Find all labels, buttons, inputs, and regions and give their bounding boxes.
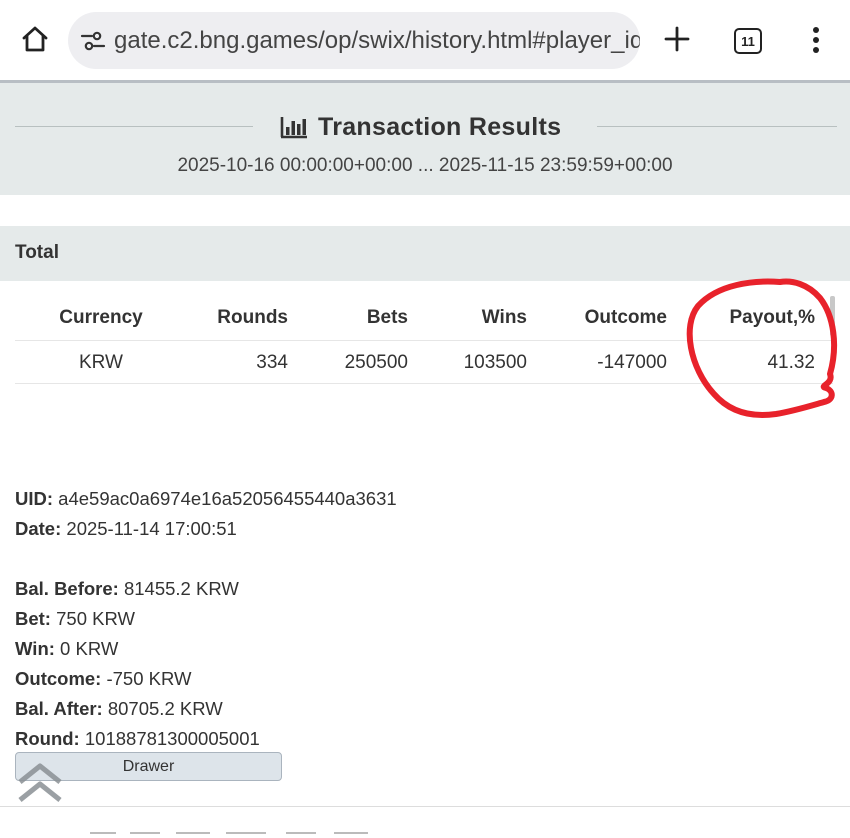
bar-chart-icon (280, 117, 307, 139)
date-row: Date: 2025-11-14 17:00:51 (15, 514, 615, 544)
win-row: Win: 0 KRW (15, 634, 615, 664)
column-header-wins: Wins (481, 307, 527, 328)
uid-value: a4e59ac0a6974e16a52056455440a3631 (58, 488, 397, 509)
round-value: 10188781300005001 (84, 728, 260, 749)
results-header: Transaction Results 2025-10-16 00:00:00+… (0, 83, 850, 195)
round-row: Round: 10188781300005001 (15, 724, 615, 754)
home-button[interactable] (16, 20, 54, 58)
win-value: 0 KRW (60, 638, 119, 659)
outcome-row: Outcome: -750 KRW (15, 664, 615, 694)
new-tab-button[interactable] (660, 22, 694, 56)
tab-count: 11 (741, 33, 755, 49)
date-label: Date: (15, 518, 62, 539)
balance-before-label: Bal. Before: (15, 578, 119, 599)
column-header-currency: Currency (59, 307, 143, 328)
date-range: 2025-10-16 00:00:00+00:00 ... 2025-11-15… (177, 155, 673, 176)
home-icon (22, 26, 48, 52)
header-divider-left (15, 126, 253, 127)
scroll-to-top-icon[interactable] (16, 760, 64, 808)
bet-value: 750 KRW (56, 608, 135, 629)
address-bar[interactable]: gate.c2.bng.games/op/swix/history.html#p… (68, 12, 640, 69)
site-settings-icon[interactable] (80, 28, 106, 54)
balance-before-row: Bal. Before: 81455.2 KRW (15, 574, 615, 604)
totals-table: Currency Rounds Bets Wins Outcome Payout… (15, 296, 833, 384)
page-title: Transaction Results (280, 110, 561, 144)
clipped-next-content (90, 826, 390, 838)
round-label: Round: (15, 728, 80, 749)
balance-after-row: Bal. After: 80705.2 KRW (15, 694, 615, 724)
balance-before-value: 81455.2 KRW (123, 578, 239, 599)
drawer-button-label: Drawer (122, 757, 175, 775)
win-label: Win: (15, 638, 55, 659)
outcome-label: Outcome: (15, 668, 102, 689)
browser-toolbar: gate.c2.bng.games/op/swix/history.html#p… (0, 0, 850, 80)
table-scrollbar[interactable] (830, 296, 835, 336)
tab-switcher-button[interactable]: 11 (734, 28, 762, 54)
more-menu-button[interactable] (806, 24, 826, 56)
bet-label: Bet: (15, 608, 51, 629)
cell-payout: 41.32 (767, 352, 815, 373)
date-value: 2025-11-14 17:00:51 (66, 518, 237, 539)
uid-label: UID: (15, 488, 54, 509)
cell-wins: 103500 (463, 352, 527, 373)
table-row: KRW 334 250500 103500 -147000 41.32 (15, 340, 833, 384)
more-vert-icon (813, 27, 819, 53)
balance-after-value: 80705.2 KRW (107, 698, 223, 719)
cell-outcome: -147000 (597, 352, 667, 373)
column-header-outcome: Outcome (584, 307, 667, 328)
total-section-header: Total (0, 226, 850, 281)
section-divider (0, 806, 850, 807)
total-label: Total (15, 242, 59, 263)
uid-row: UID: a4e59ac0a6974e16a52056455440a3631 (15, 484, 615, 514)
column-header-rounds: Rounds (217, 307, 288, 328)
transaction-details: UID: a4e59ac0a6974e16a52056455440a3631 D… (15, 484, 615, 754)
page-title-text: Transaction Results (318, 112, 562, 141)
cell-currency: KRW (79, 352, 123, 373)
outcome-value: -750 KRW (106, 668, 192, 689)
cell-bets: 250500 (344, 352, 408, 373)
bet-row: Bet: 750 KRW (15, 604, 615, 634)
url-text[interactable]: gate.c2.bng.games/op/swix/history.html#p… (114, 27, 640, 55)
column-header-bets: Bets (366, 307, 408, 328)
header-divider-right (597, 126, 837, 127)
balance-after-label: Bal. After: (15, 698, 103, 719)
plus-icon (664, 26, 690, 52)
column-header-payout: Payout,% (729, 307, 815, 328)
cell-rounds: 334 (256, 352, 288, 373)
table-header-row: Currency Rounds Bets Wins Outcome Payout… (15, 296, 833, 340)
